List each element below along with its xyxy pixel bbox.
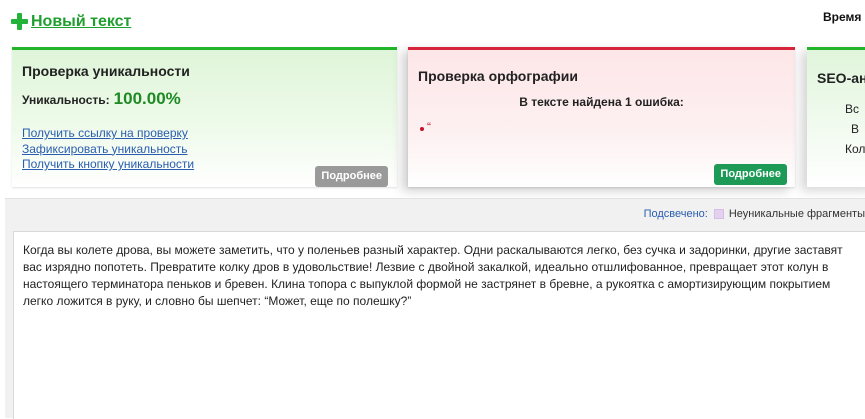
uniqueness-label: Уникальность: bbox=[22, 93, 110, 107]
uniqueness-more-button[interactable]: Подробнее bbox=[315, 166, 388, 187]
text-panel: Подсвечено: Неуникальные фрагменты Когда… bbox=[5, 198, 865, 419]
spelling-more-button[interactable]: Подробнее bbox=[714, 164, 787, 185]
highlight-legend-text: Неуникальные фрагменты bbox=[728, 208, 865, 220]
seo-card: SEO-ан Вс В Кол bbox=[807, 47, 865, 187]
get-uniqueness-button-link[interactable]: Получить кнопку уникальности bbox=[22, 157, 194, 173]
uniqueness-line: Уникальность: 100.00% bbox=[22, 89, 181, 109]
uniqueness-title: Проверка уникальности bbox=[22, 63, 190, 79]
spelling-error-item[interactable]: “ bbox=[420, 120, 431, 134]
highlight-label: Подсвечено: bbox=[643, 208, 708, 220]
spelling-found-text: В тексте найдена 1 ошибка: bbox=[519, 95, 684, 109]
time-label: Время bbox=[823, 10, 862, 24]
uniqueness-value: 100.00% bbox=[113, 89, 181, 108]
plus-icon bbox=[10, 12, 29, 31]
text-content: Когда вы колете дрова, вы можете заметит… bbox=[13, 231, 865, 419]
seo-line-1: Вс bbox=[845, 102, 860, 116]
seo-line-2: В bbox=[851, 122, 860, 136]
new-text-label: Новый текст bbox=[31, 12, 132, 30]
uniqueness-links: Получить ссылку на проверку Зафиксироват… bbox=[22, 126, 194, 173]
highlight-legend: Подсвечено: Неуникальные фрагменты bbox=[644, 208, 865, 220]
non-unique-swatch bbox=[713, 209, 724, 219]
seo-lines: Вс В Кол bbox=[845, 99, 865, 159]
seo-line-3: Кол bbox=[845, 142, 865, 156]
spelling-card: Проверка орфографии В тексте найдена 1 о… bbox=[408, 47, 795, 187]
seo-title: SEO-ан bbox=[817, 70, 865, 86]
fix-uniqueness-link[interactable]: Зафиксировать уникальность bbox=[22, 142, 194, 158]
top-bar: Новый текст Время bbox=[0, 0, 865, 44]
uniqueness-card: Проверка уникальности Уникальность: 100.0… bbox=[12, 47, 397, 187]
spelling-error-text: “ bbox=[427, 120, 431, 134]
new-text-link[interactable]: Новый текст bbox=[10, 12, 131, 31]
spelling-title: Проверка орфографии bbox=[418, 68, 578, 84]
get-check-link[interactable]: Получить ссылку на проверку bbox=[22, 126, 194, 142]
bullet-icon bbox=[420, 127, 424, 131]
